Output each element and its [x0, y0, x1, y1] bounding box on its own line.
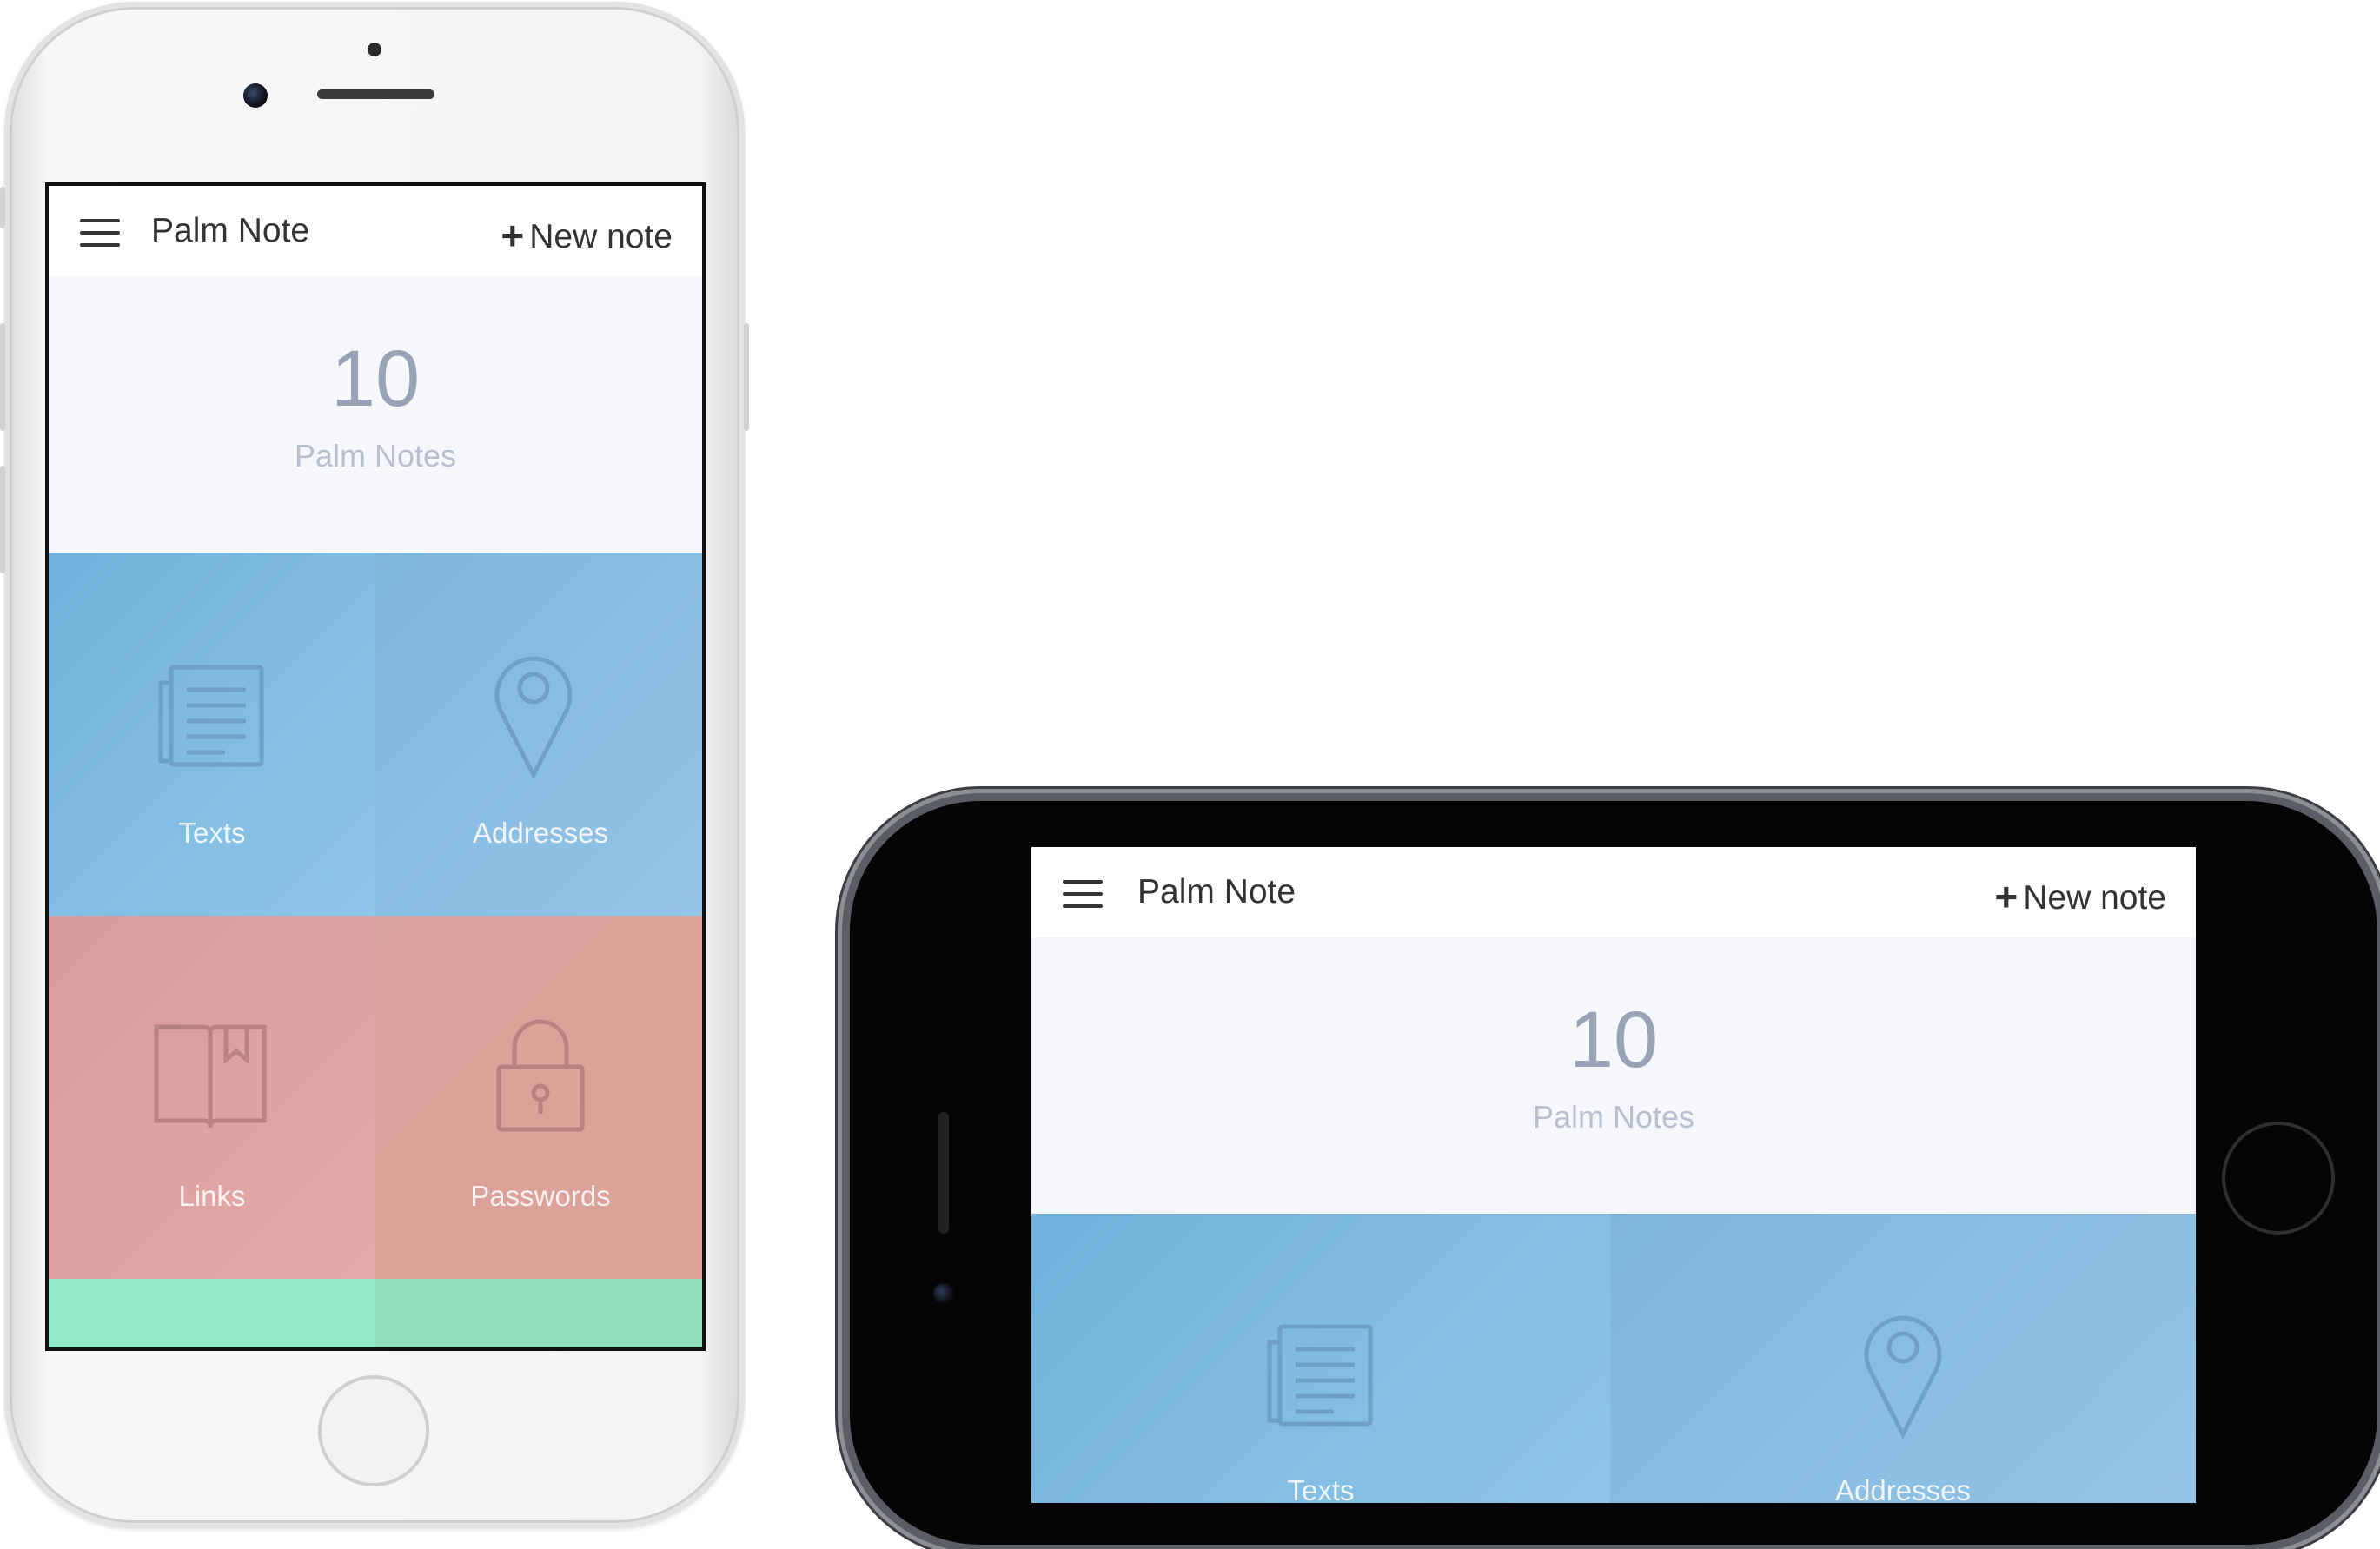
category-tile-texts-landscape[interactable]: Texts — [1031, 1214, 1610, 1503]
category-label-links: Links — [178, 1180, 246, 1212]
category-label-addresses: Addresses — [473, 817, 608, 849]
volume-up-button-landscape — [1173, 794, 1286, 801]
category-tile-texts[interactable]: Texts — [49, 553, 375, 916]
front-camera — [243, 83, 268, 108]
portrait-screen: Palm Note +New note 10 Palm Notes Texts — [45, 182, 706, 1351]
new-note-label-landscape: New note — [2023, 879, 2166, 917]
app-title: Palm Note — [151, 212, 310, 249]
plus-icon: + — [501, 213, 525, 258]
notes-count-label-landscape: Palm Notes — [1532, 1099, 1695, 1135]
notes-count-panel: 10 Palm Notes — [49, 276, 702, 553]
map-pin-icon — [494, 656, 573, 780]
landscape-screen: Palm Note +New note 10 Palm Notes Texts — [1031, 847, 2196, 1503]
category-tile-links[interactable]: Links — [49, 916, 375, 1279]
front-camera-landscape — [933, 1283, 954, 1304]
new-note-button-landscape[interactable]: + New note — [1994, 873, 2166, 920]
category-tile-addresses-landscape[interactable]: Addresses — [1610, 1214, 2196, 1503]
notes-count: 10 — [330, 334, 421, 423]
category-label-texts-landscape: Texts — [1287, 1474, 1355, 1503]
notes-count-landscape: 10 — [1568, 996, 1659, 1084]
earpiece-speaker — [317, 89, 434, 99]
notes-count-label: Palm Notes — [294, 438, 457, 473]
book-bookmark-icon — [154, 1024, 267, 1129]
new-note-button[interactable]: + New note — [501, 212, 673, 259]
earpiece-speaker-landscape — [938, 1112, 949, 1234]
hamburger-menu-icon[interactable] — [80, 219, 120, 247]
category-label-passwords: Passwords — [470, 1180, 611, 1212]
volume-down-button — [0, 466, 5, 573]
app-header: Palm Note + New note — [49, 186, 702, 276]
category-label-addresses-landscape: Addresses — [1835, 1474, 1971, 1503]
plus-icon: + — [1994, 874, 2019, 919]
document-lines-icon — [1267, 1324, 1373, 1427]
new-note-label: New note — [529, 218, 673, 255]
proximity-sensor — [368, 43, 381, 56]
hamburger-menu-icon[interactable] — [1063, 880, 1103, 908]
volume-up-button — [0, 323, 5, 431]
mute-switch — [0, 187, 5, 228]
app-header-landscape: Palm Note + New note — [1031, 847, 2196, 937]
category-label-texts: Texts — [178, 817, 246, 849]
home-button-landscape[interactable] — [2222, 1122, 2335, 1235]
category-tile-passwords[interactable]: Passwords — [375, 916, 702, 1279]
document-lines-icon — [158, 665, 264, 767]
power-button — [744, 323, 749, 431]
map-pin-icon — [1864, 1315, 1942, 1440]
notes-count-panel-landscape: 10 Palm Notes — [1031, 937, 2196, 1214]
category-tile-green-left[interactable] — [49, 1279, 375, 1347]
home-button[interactable] — [318, 1375, 429, 1486]
category-tile-green-right[interactable] — [375, 1279, 702, 1347]
padlock-icon — [496, 1019, 585, 1132]
category-tile-addresses[interactable]: Addresses — [375, 553, 702, 916]
app-title-landscape: Palm Note — [1137, 873, 1296, 910]
